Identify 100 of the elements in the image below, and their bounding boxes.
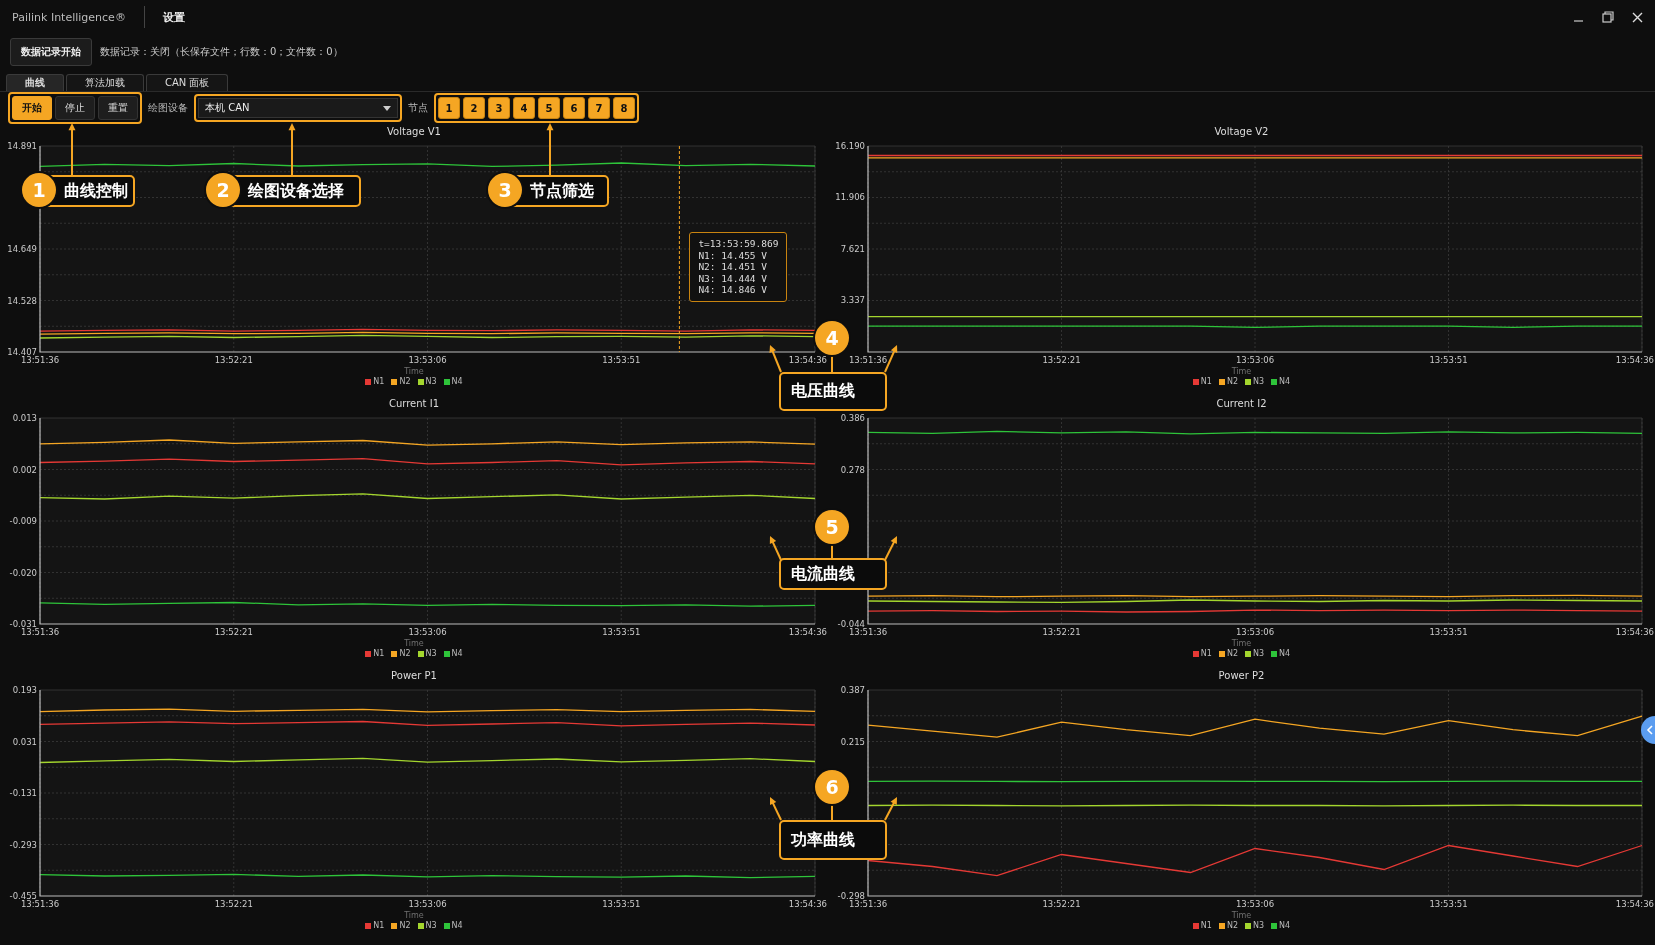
axis-tick-label: 13:53:06: [408, 355, 447, 365]
number-badge: 6: [815, 770, 849, 804]
node-button[interactable]: 6: [563, 97, 585, 119]
number-badge: 4: [815, 321, 849, 355]
node-button[interactable]: 3: [488, 97, 510, 119]
legend-label: N2: [399, 649, 411, 658]
axis-tick-label: 13:53:51: [602, 355, 641, 365]
axis-tick-label: 14.649: [7, 244, 37, 254]
axis-tick-label: 0.002: [12, 464, 37, 475]
legend-label: N1: [373, 921, 385, 930]
axis-title: Time: [1231, 638, 1252, 649]
callout-label: 功率曲线: [779, 820, 887, 860]
tab[interactable]: 曲线: [6, 74, 64, 91]
axis-tick-label: 13:53:06: [1235, 899, 1275, 909]
axis-tick-label: -0.044: [837, 619, 865, 629]
legend-label: N2: [1226, 921, 1238, 930]
node-button[interactable]: 1: [438, 97, 460, 119]
close-icon[interactable]: [1632, 11, 1643, 23]
record-button[interactable]: 数据记录开始: [10, 38, 92, 66]
axis-tick-label: -0.031: [9, 619, 37, 629]
number-badge: 3: [488, 173, 522, 207]
node-button[interactable]: 7: [588, 97, 610, 119]
axis-tick-label: 13:51:36: [20, 899, 60, 909]
axis-tick-label: -0.455: [9, 891, 37, 901]
axis-title: Time: [1231, 910, 1252, 921]
tab[interactable]: 算法加载: [66, 74, 144, 91]
app-title: Pailink Intelligence®: [12, 10, 126, 24]
tooltip-text: N2: 14.451 V: [698, 261, 768, 273]
axis-tick-label: 13:53:06: [1235, 355, 1275, 365]
axis-tick-label: 14.407: [7, 347, 37, 357]
chart-title: Power P1: [391, 670, 437, 683]
axis-tick-label: 0.193: [12, 685, 37, 695]
legend-label: N4: [451, 377, 463, 386]
node-button[interactable]: 5: [538, 97, 560, 119]
axis-tick-label: 13:51:36: [848, 899, 888, 909]
callout-label: 电压曲线: [779, 372, 887, 411]
axis-tick-label: 13:54:36: [788, 899, 827, 909]
axis-tick-label: 0.278: [840, 464, 865, 475]
axis-tick-label: 0.215: [840, 736, 865, 747]
axis-tick-label: 13:52:21: [214, 355, 253, 365]
axis-tick-label: 0.013: [12, 413, 37, 423]
axis-tick-label: 13:53:06: [1235, 627, 1275, 637]
legend-label: N2: [399, 921, 411, 930]
axis-tick-label: 13:53:51: [1429, 627, 1468, 637]
axis-tick-label: 13:54:36: [1615, 627, 1654, 637]
restore-icon[interactable]: [1602, 11, 1614, 23]
legend-label: N4: [1279, 649, 1291, 658]
axis-tick-label: 13:52:21: [214, 627, 253, 637]
axis-tick-label: 13:53:51: [602, 627, 641, 637]
callout-label: 电流曲线: [779, 558, 887, 590]
leader-line: [830, 355, 834, 372]
axis-tick-label: 11.906: [835, 192, 865, 203]
axis-tick-label: -0.293: [9, 839, 37, 850]
axis-tick-label: 13:53:06: [408, 627, 447, 637]
chart-title: Current I1: [388, 398, 440, 411]
node-button[interactable]: 2: [463, 97, 485, 119]
tooltip-text: N4: 14.846 V: [698, 284, 768, 296]
node-button[interactable]: 4: [513, 97, 535, 119]
legend-label: N2: [1226, 649, 1238, 658]
legend-label: N1: [1200, 649, 1212, 658]
axis-tick-label: 16.190: [835, 141, 865, 151]
legend-label: N4: [1279, 921, 1291, 930]
axis-tick-label: 13:53:51: [602, 899, 641, 909]
number-badge: 5: [815, 510, 849, 544]
legend-label: N3: [425, 377, 437, 386]
legend-label: N2: [399, 377, 411, 386]
axis-tick-label: 7.621: [840, 244, 865, 254]
status-text: 数据记录：关闭（长保存文件；行数：0；文件数：0）: [100, 45, 343, 59]
legend-label: N3: [1253, 377, 1265, 386]
field-label: 节点: [408, 101, 428, 115]
menu-item[interactable]: 设置: [162, 9, 185, 25]
number-badge: 1: [22, 173, 56, 207]
axis-tick-label: 13:53:51: [1429, 899, 1468, 909]
legend-label: N3: [1253, 649, 1265, 658]
legend-label: N1: [1200, 377, 1212, 386]
axis-tick-label: 13:51:36: [20, 627, 60, 637]
axis-title: Time: [404, 638, 424, 649]
tooltip-text: N1: 14.455 V: [698, 249, 768, 261]
control-button[interactable]: 开始: [12, 96, 52, 120]
legend-label: N4: [451, 649, 463, 658]
axis-tick-label: 0.386: [840, 413, 865, 423]
device-dropdown[interactable]: 本机 CAN: [198, 98, 398, 118]
axis-tick-label: 13:54:36: [1615, 355, 1654, 365]
legend-label: N1: [373, 649, 385, 658]
tab[interactable]: CAN 面板: [146, 74, 229, 91]
axis-tick-label: 13:54:36: [788, 355, 827, 365]
tooltip-text: N3: 14.444 V: [698, 272, 768, 284]
axis-tick-label: 13:52:21: [1042, 899, 1081, 909]
node-button[interactable]: 8: [613, 97, 635, 119]
axis-title: Time: [404, 366, 424, 377]
caret-icon: [383, 105, 391, 111]
axis-tick-label: 13:54:36: [1615, 899, 1654, 909]
legend-label: N4: [1279, 377, 1291, 386]
legend-label: N3: [425, 649, 437, 658]
control-button[interactable]: 重置: [98, 96, 138, 120]
axis-tick-label: -0.009: [9, 516, 37, 526]
control-button[interactable]: 停止: [55, 96, 95, 120]
axis-tick-label: 14.528: [7, 295, 37, 306]
chevron-left-icon[interactable]: [1641, 716, 1655, 744]
axis-tick-label: -0.298: [837, 891, 865, 901]
